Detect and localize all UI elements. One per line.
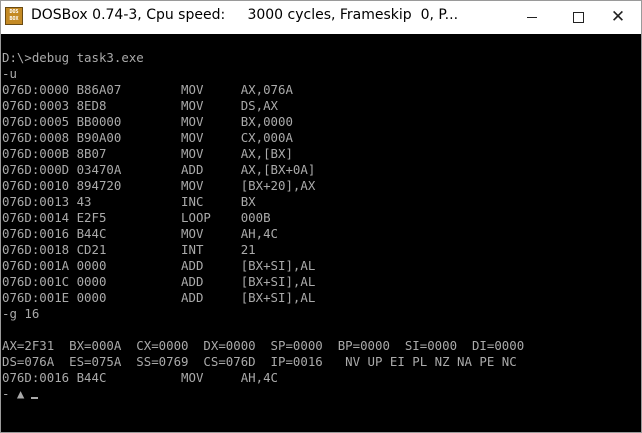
- icon-text-bottom: BOX: [9, 16, 19, 22]
- console-line: AX=2F31 BX=000A CX=0000 DX=0000 SP=0000 …: [2, 338, 525, 353]
- console-line: 076D:001A 0000 ADD [BX+SI],AL: [2, 258, 316, 273]
- maximize-icon: [572, 11, 584, 23]
- console-line: 076D:0008 B90A00 MOV CX,000A: [2, 130, 293, 145]
- console-line: 076D:0003 8ED8 MOV DS,AX: [2, 98, 279, 113]
- console-line: 076D:0005 BB0000 MOV BX,0000: [2, 114, 293, 129]
- minimize-button[interactable]: [509, 1, 555, 33]
- console-line: 076D:0000 B86A07 MOV AX,076A: [2, 82, 293, 97]
- console-line: 076D:001C 0000 ADD [BX+SI],AL: [2, 274, 316, 289]
- console-line: -g 16: [2, 306, 40, 321]
- console-line: -u: [2, 66, 17, 81]
- console-line: 076D:0018 CD21 INT 21: [2, 242, 256, 257]
- console-line: 076D:0014 E2F5 LOOP 000B: [2, 210, 271, 225]
- close-icon: ✕: [610, 6, 626, 27]
- console-line: 076D:000D 03470A ADD AX,[BX+0A]: [2, 162, 316, 177]
- console-line: 076D:001E 0000 ADD [BX+SI],AL: [2, 290, 316, 305]
- dos-console[interactable]: D:\>debug task3.exe -u 076D:0000 B86A07 MO…: [1, 34, 641, 432]
- console-line: 076D:0013 43 INC BX: [2, 194, 256, 209]
- console-line: 076D:0010 894720 MOV [BX+20],AX: [2, 178, 316, 193]
- console-line: DS=076A ES=075A SS=0769 CS=076D IP=0016 …: [2, 354, 517, 369]
- minimize-icon: [527, 16, 537, 18]
- window-title: DOSBox 0.74-3, Cpu speed: 3000 cycles, F…: [31, 7, 459, 23]
- dosbox-app-icon: DOS BOX: [5, 7, 23, 25]
- console-line: 076D:0016 B44C MOV AH,4C: [2, 370, 279, 385]
- icon-text-top: DOS: [9, 9, 19, 15]
- console-line: D:\>debug task3.exe: [2, 50, 144, 65]
- console-line: 076D:0016 B44C MOV AH,4C: [2, 226, 279, 241]
- close-button[interactable]: ✕: [595, 1, 641, 33]
- console-line: 076D:000B 8B07 MOV AX,[BX]: [2, 146, 293, 161]
- console-line: - ▲: [2, 386, 25, 401]
- dosbox-window: DOS BOX DOSBox 0.74-3, Cpu speed: 3000 c…: [0, 0, 642, 433]
- text-cursor: [31, 397, 38, 399]
- title-bar[interactable]: DOS BOX DOSBox 0.74-3, Cpu speed: 3000 c…: [1, 1, 641, 34]
